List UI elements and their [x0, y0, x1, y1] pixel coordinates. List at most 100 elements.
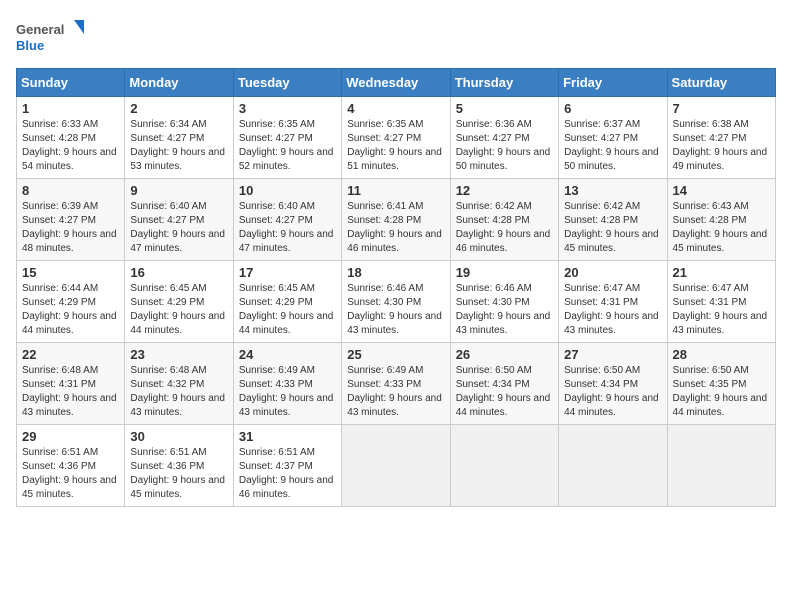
- svg-text:General: General: [16, 22, 64, 37]
- calendar-cell: 1 Sunrise: 6:33 AMSunset: 4:28 PMDaylight…: [17, 97, 125, 179]
- day-number: 9: [130, 183, 227, 198]
- calendar-cell: 18 Sunrise: 6:46 AMSunset: 4:30 PMDayligh…: [342, 261, 450, 343]
- cell-info: Sunrise: 6:44 AMSunset: 4:29 PMDaylight:…: [22, 283, 117, 336]
- weekday-header-friday: Friday: [559, 69, 667, 97]
- weekday-header-sunday: Sunday: [17, 69, 125, 97]
- cell-info: Sunrise: 6:40 AMSunset: 4:27 PMDaylight:…: [239, 201, 334, 254]
- calendar-cell: 13 Sunrise: 6:42 AMSunset: 4:28 PMDayligh…: [559, 179, 667, 261]
- cell-info: Sunrise: 6:51 AMSunset: 4:37 PMDaylight:…: [239, 447, 334, 500]
- calendar-cell: 21 Sunrise: 6:47 AMSunset: 4:31 PMDayligh…: [667, 261, 775, 343]
- calendar-cell: 29 Sunrise: 6:51 AMSunset: 4:36 PMDayligh…: [17, 425, 125, 507]
- cell-info: Sunrise: 6:45 AMSunset: 4:29 PMDaylight:…: [239, 283, 334, 336]
- day-number: 8: [22, 183, 119, 198]
- calendar-cell: 27 Sunrise: 6:50 AMSunset: 4:34 PMDayligh…: [559, 343, 667, 425]
- svg-text:Blue: Blue: [16, 38, 44, 53]
- calendar-cell: 20Sunrise: 6:47 AMSunset: 4:31 PMDayligh…: [559, 261, 667, 343]
- cell-info: Sunrise: 6:50 AMSunset: 4:34 PMDaylight:…: [456, 365, 551, 418]
- cell-info: Sunrise: 6:38 AMSunset: 4:27 PMDaylight:…: [673, 119, 768, 172]
- calendar-cell: 11 Sunrise: 6:41 AMSunset: 4:28 PMDayligh…: [342, 179, 450, 261]
- calendar-cell: 3 Sunrise: 6:35 AMSunset: 4:27 PMDaylight…: [233, 97, 341, 179]
- cell-info: Sunrise: 6:35 AMSunset: 4:27 PMDaylight:…: [239, 119, 334, 172]
- weekday-header-wednesday: Wednesday: [342, 69, 450, 97]
- day-number: 22: [22, 347, 119, 362]
- day-number: 24: [239, 347, 336, 362]
- calendar-cell: [450, 425, 558, 507]
- weekday-header-saturday: Saturday: [667, 69, 775, 97]
- day-number: 18: [347, 265, 444, 280]
- cell-info: Sunrise: 6:45 AMSunset: 4:29 PMDaylight:…: [130, 283, 225, 336]
- cell-info: Sunrise: 6:34 AMSunset: 4:27 PMDaylight:…: [130, 119, 225, 172]
- calendar-cell: 2 Sunrise: 6:34 AMSunset: 4:27 PMDaylight…: [125, 97, 233, 179]
- day-number: 31: [239, 429, 336, 444]
- day-number: 6: [564, 101, 661, 116]
- cell-info: Sunrise: 6:47 AMSunset: 4:31 PMDaylight:…: [673, 283, 768, 336]
- day-number: 17: [239, 265, 336, 280]
- cell-info: Sunrise: 6:51 AMSunset: 4:36 PMDaylight:…: [130, 447, 225, 500]
- cell-info: Sunrise: 6:43 AMSunset: 4:28 PMDaylight:…: [673, 201, 768, 254]
- cell-info: Sunrise: 6:40 AMSunset: 4:27 PMDaylight:…: [130, 201, 225, 254]
- calendar-cell: 10 Sunrise: 6:40 AMSunset: 4:27 PMDayligh…: [233, 179, 341, 261]
- calendar-cell: 24 Sunrise: 6:49 AMSunset: 4:33 PMDayligh…: [233, 343, 341, 425]
- logo-svg: General Blue: [16, 16, 86, 56]
- cell-info: Sunrise: 6:46 AMSunset: 4:30 PMDaylight:…: [347, 283, 442, 336]
- day-number: 14: [673, 183, 770, 198]
- cell-info: Sunrise: 6:47 AMSunset: 4:31 PMDaylight:…: [564, 283, 659, 336]
- day-number: 4: [347, 101, 444, 116]
- calendar-cell: 16 Sunrise: 6:45 AMSunset: 4:29 PMDayligh…: [125, 261, 233, 343]
- day-number: 7: [673, 101, 770, 116]
- calendar-cell: 9 Sunrise: 6:40 AMSunset: 4:27 PMDaylight…: [125, 179, 233, 261]
- day-number: 2: [130, 101, 227, 116]
- calendar-cell: 26 Sunrise: 6:50 AMSunset: 4:34 PMDayligh…: [450, 343, 558, 425]
- day-number: 15: [22, 265, 119, 280]
- cell-info: Sunrise: 6:50 AMSunset: 4:35 PMDaylight:…: [673, 365, 768, 418]
- calendar-cell: 23Sunrise: 6:48 AMSunset: 4:32 PMDayligh…: [125, 343, 233, 425]
- day-number: 26: [456, 347, 553, 362]
- cell-info: Sunrise: 6:49 AMSunset: 4:33 PMDaylight:…: [239, 365, 334, 418]
- calendar-week-3: 15 Sunrise: 6:44 AMSunset: 4:29 PMDayligh…: [17, 261, 776, 343]
- day-number: 1: [22, 101, 119, 116]
- calendar-cell: 22 Sunrise: 6:48 AMSunset: 4:31 PMDayligh…: [17, 343, 125, 425]
- cell-info: Sunrise: 6:48 AMSunset: 4:31 PMDaylight:…: [22, 365, 117, 418]
- cell-info: Sunrise: 6:36 AMSunset: 4:27 PMDaylight:…: [456, 119, 551, 172]
- cell-info: Sunrise: 6:50 AMSunset: 4:34 PMDaylight:…: [564, 365, 659, 418]
- calendar-cell: [342, 425, 450, 507]
- day-number: 30: [130, 429, 227, 444]
- day-number: 5: [456, 101, 553, 116]
- cell-info: Sunrise: 6:33 AMSunset: 4:28 PMDaylight:…: [22, 119, 117, 172]
- calendar-cell: 17 Sunrise: 6:45 AMSunset: 4:29 PMDayligh…: [233, 261, 341, 343]
- calendar-cell: 6 Sunrise: 6:37 AMSunset: 4:27 PMDaylight…: [559, 97, 667, 179]
- calendar-table: SundayMondayTuesdayWednesdayThursdayFrid…: [16, 68, 776, 507]
- calendar-week-2: 8 Sunrise: 6:39 AMSunset: 4:27 PMDaylight…: [17, 179, 776, 261]
- day-number: 25: [347, 347, 444, 362]
- weekday-header-tuesday: Tuesday: [233, 69, 341, 97]
- day-number: 29: [22, 429, 119, 444]
- calendar-week-1: 1 Sunrise: 6:33 AMSunset: 4:28 PMDaylight…: [17, 97, 776, 179]
- calendar-cell: [559, 425, 667, 507]
- calendar-cell: 31 Sunrise: 6:51 AMSunset: 4:37 PMDayligh…: [233, 425, 341, 507]
- weekday-header-thursday: Thursday: [450, 69, 558, 97]
- cell-info: Sunrise: 6:42 AMSunset: 4:28 PMDaylight:…: [564, 201, 659, 254]
- cell-info: Sunrise: 6:48 AMSunset: 4:32 PMDaylight:…: [130, 365, 225, 418]
- page-header: General Blue: [16, 16, 776, 56]
- day-number: 3: [239, 101, 336, 116]
- day-number: 21: [673, 265, 770, 280]
- calendar-cell: [667, 425, 775, 507]
- cell-info: Sunrise: 6:39 AMSunset: 4:27 PMDaylight:…: [22, 201, 117, 254]
- cell-info: Sunrise: 6:49 AMSunset: 4:33 PMDaylight:…: [347, 365, 442, 418]
- logo: General Blue: [16, 16, 86, 56]
- calendar-cell: 8 Sunrise: 6:39 AMSunset: 4:27 PMDaylight…: [17, 179, 125, 261]
- calendar-cell: 15 Sunrise: 6:44 AMSunset: 4:29 PMDayligh…: [17, 261, 125, 343]
- cell-info: Sunrise: 6:51 AMSunset: 4:36 PMDaylight:…: [22, 447, 117, 500]
- calendar-cell: 19Sunrise: 6:46 AMSunset: 4:30 PMDayligh…: [450, 261, 558, 343]
- day-number: 19: [456, 265, 553, 280]
- calendar-cell: 28Sunrise: 6:50 AMSunset: 4:35 PMDayligh…: [667, 343, 775, 425]
- day-number: 10: [239, 183, 336, 198]
- day-number: 16: [130, 265, 227, 280]
- calendar-week-4: 22 Sunrise: 6:48 AMSunset: 4:31 PMDayligh…: [17, 343, 776, 425]
- calendar-cell: 25 Sunrise: 6:49 AMSunset: 4:33 PMDayligh…: [342, 343, 450, 425]
- cell-info: Sunrise: 6:41 AMSunset: 4:28 PMDaylight:…: [347, 201, 442, 254]
- day-number: 13: [564, 183, 661, 198]
- cell-info: Sunrise: 6:37 AMSunset: 4:27 PMDaylight:…: [564, 119, 659, 172]
- day-number: 27: [564, 347, 661, 362]
- day-number: 11: [347, 183, 444, 198]
